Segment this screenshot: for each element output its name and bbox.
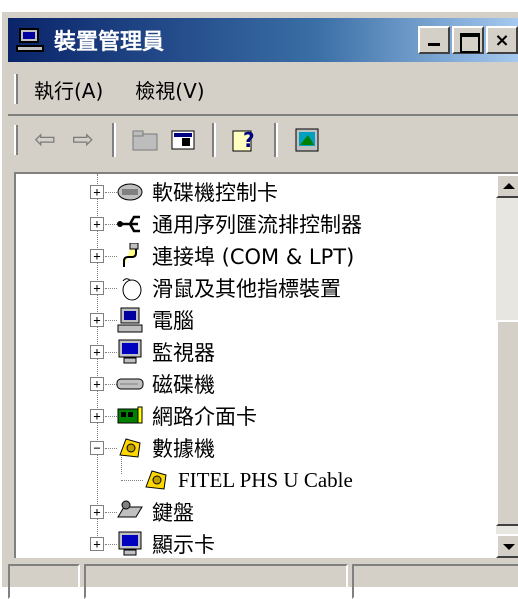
tree-item-label: 連接埠 (COM & LPT)	[152, 245, 355, 269]
status-panel	[8, 564, 80, 599]
tree-item-label: 通用序列匯流排控制器	[152, 213, 362, 237]
expand-toggle[interactable]: +	[90, 537, 104, 551]
floppy-controller-icon	[117, 183, 143, 201]
properties-icon	[171, 130, 195, 150]
tree-item[interactable]: 滑鼠及其他指標裝置	[116, 272, 341, 304]
status-panel	[352, 564, 518, 599]
forward-button[interactable]: ⇨	[64, 122, 102, 158]
tree-item-label: 數據機	[152, 437, 215, 461]
tree-item[interactable]: 鍵盤	[116, 496, 194, 528]
status-panel	[84, 564, 348, 599]
scroll-up-button[interactable]	[496, 174, 518, 198]
tree-item-label: FITEL PHS U Cable	[178, 467, 353, 492]
port-icon	[123, 243, 139, 267]
close-button[interactable]: ×	[486, 26, 518, 54]
tree-item[interactable]: 電腦	[116, 304, 194, 336]
tree-item[interactable]: FITEL PHS U Cable	[142, 464, 353, 496]
scroll-thumb[interactable]	[496, 320, 518, 526]
device-tree[interactable]: + 軟碟機控制卡 + 通用序列匯流排控制器 + 連接埠 (COM & LPT) …	[14, 172, 518, 558]
tree-item-label: 磁碟機	[152, 373, 215, 397]
tree-line	[121, 480, 143, 481]
expand-toggle[interactable]: +	[90, 249, 104, 263]
expand-toggle[interactable]: +	[90, 313, 104, 327]
mouse-icon	[122, 278, 142, 301]
tree-item-label: 軟碟機控制卡	[152, 181, 278, 205]
tree-item-label: 網路介面卡	[152, 405, 257, 429]
device-manager-icon	[16, 27, 46, 53]
display-adapter-icon	[118, 531, 142, 556]
expand-toggle[interactable]: +	[90, 345, 104, 359]
tree-item-label: 監視器	[152, 341, 215, 365]
tree-item[interactable]: 監視器	[116, 336, 215, 368]
title-bar[interactable]: 裝置管理員 ×	[8, 18, 518, 62]
back-arrow-icon: ⇦	[34, 125, 56, 155]
tree-item[interactable]: 顯示卡	[116, 528, 215, 558]
network-adapter-icon	[117, 406, 143, 424]
maximize-button[interactable]	[452, 26, 484, 54]
scan-hardware-button[interactable]	[288, 122, 326, 158]
disk-drive-icon	[116, 378, 144, 390]
status-bar	[8, 564, 518, 599]
device-manager-window: 裝置管理員 × 執行(A) 檢視(V) ⇦ ⇨ ? + 軟碟機控制卡 + 通用序…	[0, 10, 518, 599]
up-level-button[interactable]	[126, 122, 164, 158]
vertical-scrollbar[interactable]	[496, 174, 518, 558]
back-button[interactable]: ⇦	[26, 122, 64, 158]
properties-button[interactable]	[164, 122, 202, 158]
expand-toggle[interactable]: +	[90, 281, 104, 295]
expand-toggle[interactable]: +	[90, 377, 104, 391]
folder-icon	[132, 130, 158, 151]
tree-item[interactable]: 數據機	[116, 432, 215, 464]
tree-item[interactable]: 磁碟機	[116, 368, 215, 400]
menu-view[interactable]: 檢視(V)	[135, 75, 204, 104]
scroll-down-button[interactable]	[496, 534, 518, 558]
toolbar-grip	[14, 125, 18, 155]
menu-bar: 執行(A) 檢視(V)	[8, 68, 518, 110]
modem-icon	[119, 438, 141, 458]
menu-action[interactable]: 執行(A)	[34, 75, 103, 104]
keyboard-icon	[117, 500, 143, 518]
toolbar-separator	[212, 123, 216, 157]
monitor-icon	[118, 339, 142, 364]
window-title: 裝置管理員	[54, 30, 165, 55]
tree-item-label: 顯示卡	[152, 533, 215, 557]
tree-item-label: 鍵盤	[152, 501, 194, 525]
help-button[interactable]: ?	[226, 122, 264, 158]
computer-icon	[117, 307, 143, 333]
svg-text:?: ?	[243, 128, 255, 152]
tree-item[interactable]: 通用序列匯流排控制器	[116, 208, 362, 240]
modem-icon	[145, 470, 167, 490]
menu-grip	[14, 74, 18, 104]
tree-item[interactable]: 連接埠 (COM & LPT)	[116, 240, 354, 272]
expand-toggle[interactable]: +	[90, 505, 104, 519]
usb-icon	[117, 215, 140, 233]
help-icon: ?	[232, 128, 255, 152]
scan-hardware-icon	[295, 128, 319, 152]
tree-item-label: 電腦	[152, 309, 194, 333]
tree-item[interactable]: 軟碟機控制卡	[116, 176, 278, 208]
minimize-button[interactable]	[418, 26, 450, 54]
toolbar-separator	[274, 123, 278, 157]
expand-toggle[interactable]: +	[90, 185, 104, 199]
toolbar-separator	[112, 123, 116, 157]
tree-item-label: 滑鼠及其他指標裝置	[152, 277, 341, 301]
toolbar: ⇦ ⇨ ?	[8, 114, 518, 164]
tree-item[interactable]: 網路介面卡	[116, 400, 257, 432]
forward-arrow-icon: ⇨	[72, 125, 94, 155]
expand-toggle[interactable]: +	[90, 217, 104, 231]
collapse-toggle[interactable]: −	[90, 441, 104, 455]
expand-toggle[interactable]: +	[90, 409, 104, 423]
